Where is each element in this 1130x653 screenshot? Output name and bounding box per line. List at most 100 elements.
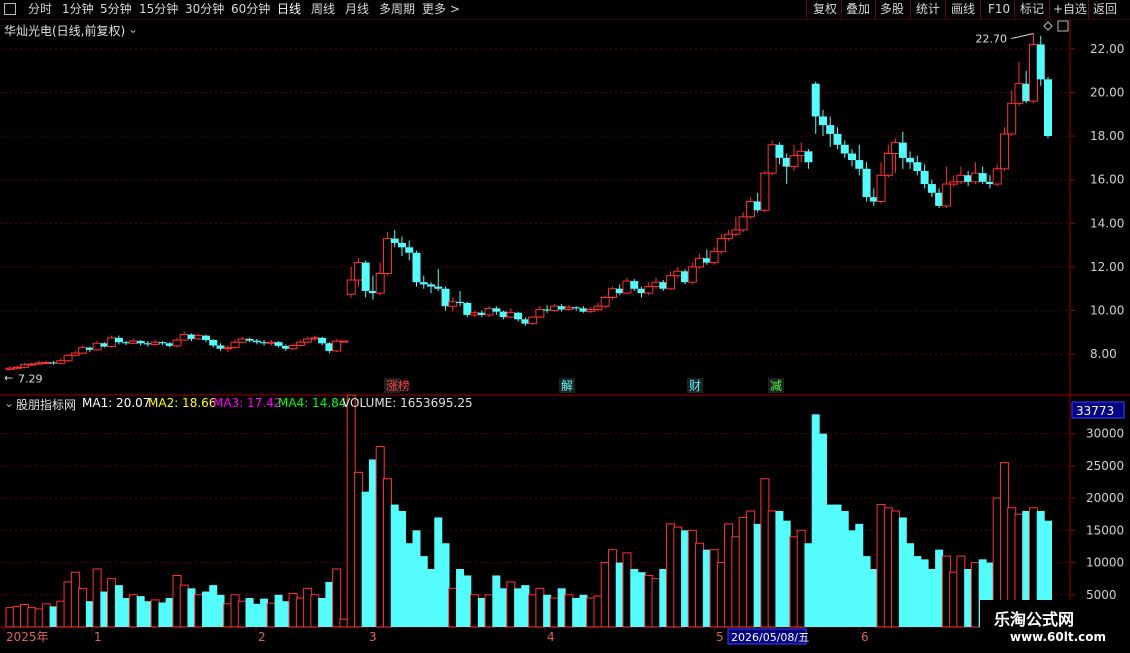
- volume-bar: [956, 555, 966, 628]
- candle-body: [92, 342, 102, 351]
- f10-button[interactable]: F10: [988, 1, 1010, 18]
- candle-body: [716, 238, 726, 253]
- candle-body: [564, 306, 574, 310]
- watermark-title: 乐淘公式网: [994, 610, 1075, 629]
- candlestick-chart[interactable]: 22.00 20.00 18.00 16.00 14.00 12.00 10.00 8.00 3…: [0, 19, 1130, 650]
- restore-rights-button[interactable]: 复权: [813, 1, 837, 18]
- tab-daily[interactable]: 日线: [277, 1, 301, 18]
- candle-body: [775, 144, 784, 158]
- candle-body: [310, 337, 320, 340]
- volume-bar: [382, 478, 392, 628]
- date-label: 4: [547, 630, 555, 644]
- tab-weekly[interactable]: 周线: [311, 1, 335, 18]
- candle-body: [1007, 102, 1017, 135]
- candle-body: [970, 172, 980, 183]
- candle-body: [607, 288, 617, 298]
- title-dropdown-icon[interactable]: ⌄: [128, 22, 138, 36]
- candle-body: [353, 262, 363, 281]
- indicator-name: 股朋指标网: [16, 398, 77, 412]
- candle-body: [956, 174, 966, 183]
- price-tick-label: 8.00: [1090, 347, 1117, 361]
- high-price-label: 22.70: [975, 33, 1007, 46]
- volume-bar: [855, 523, 864, 627]
- price-tick-label: 14.00: [1090, 216, 1124, 230]
- volume-bar: [514, 588, 523, 627]
- candle-body: [434, 286, 443, 289]
- volume-bar: [353, 471, 363, 628]
- volume-bar: [833, 504, 842, 627]
- tab-intraday[interactable]: 分时: [28, 1, 52, 18]
- candle-body: [514, 312, 523, 320]
- volume-bar: [114, 585, 123, 627]
- candle-body: [572, 307, 581, 309]
- chart-area[interactable]: 22.00 20.00 18.00 16.00 14.00 12.00 10.00 8.00 3…: [0, 19, 1130, 650]
- volume-bar: [673, 526, 683, 628]
- candle-body: [41, 361, 51, 364]
- volume-bar: [695, 542, 705, 628]
- tab-15min[interactable]: 15分钟: [139, 1, 178, 18]
- tab-5min[interactable]: 5分钟: [100, 1, 132, 18]
- tab-multi-period[interactable]: 多周期: [379, 1, 415, 18]
- volume-value: VOLUME: 1653695.25: [342, 396, 473, 410]
- candle-body: [789, 155, 799, 168]
- candle-body: [506, 312, 516, 318]
- candle-body: [796, 150, 806, 157]
- tab-30min[interactable]: 30分钟: [185, 1, 224, 18]
- mark-button[interactable]: 标记: [1020, 1, 1044, 18]
- volume-bar: [310, 594, 320, 628]
- window-icon[interactable]: [4, 3, 16, 15]
- high-pointer: [1011, 33, 1034, 40]
- diamond-icon: [1043, 21, 1053, 31]
- candle-body: [252, 340, 261, 343]
- draw-line-button[interactable]: 画线: [951, 1, 975, 18]
- tab-1min[interactable]: 1分钟: [62, 1, 94, 18]
- candle-body: [114, 337, 123, 343]
- date-label: 1: [94, 630, 102, 644]
- candle-body: [339, 340, 349, 343]
- multi-stock-button[interactable]: 多股: [880, 1, 904, 18]
- volume-bar: [767, 510, 777, 628]
- volume-bar: [318, 598, 327, 627]
- volume-bar: [252, 603, 261, 627]
- price-tick-label: 16.00: [1090, 173, 1124, 187]
- volume-bar: [906, 543, 915, 627]
- add-watchlist-button[interactable]: +自选: [1053, 1, 1087, 18]
- candle-body: [920, 170, 929, 185]
- indicator-dropdown-icon[interactable]: ⌄: [4, 396, 14, 410]
- tab-60min[interactable]: 60分钟: [231, 1, 270, 18]
- volume-bar: [891, 510, 901, 628]
- volume-bar: [804, 543, 813, 627]
- volume-bar: [150, 599, 160, 628]
- candle-body: [405, 247, 414, 253]
- candle-body: [266, 341, 276, 344]
- candle-body: [274, 342, 283, 346]
- statistics-button[interactable]: 统计: [916, 1, 940, 18]
- candle-body: [826, 125, 835, 134]
- volume-bar: [840, 511, 849, 627]
- candle-body: [492, 308, 501, 312]
- back-button[interactable]: 返回: [1093, 1, 1117, 18]
- tab-more[interactable]: 更多 >: [422, 1, 460, 18]
- candle-body: [622, 280, 632, 294]
- candle-body: [709, 251, 719, 264]
- candle-body: [644, 286, 654, 294]
- volume-bar: [245, 598, 254, 627]
- volume-bar: [564, 594, 574, 628]
- candle-body: [412, 252, 421, 283]
- candle-body: [194, 335, 204, 340]
- candle-body: [978, 173, 987, 182]
- candle-body: [237, 338, 247, 343]
- candle-body: [862, 168, 871, 198]
- candle-body: [906, 157, 915, 163]
- volume-bar: [775, 511, 784, 627]
- candle-body: [848, 153, 857, 161]
- tab-monthly[interactable]: 月线: [345, 1, 369, 18]
- cursor-date-label: 2026/05/08/五: [731, 631, 809, 644]
- volume-bar: [397, 511, 406, 627]
- candle-body: [687, 266, 697, 283]
- candle-body: [549, 305, 559, 312]
- candle-body: [150, 341, 160, 345]
- volume-tick-label: 30000: [1086, 427, 1124, 441]
- candle-body: [390, 238, 399, 243]
- overlay-button[interactable]: 叠加: [846, 1, 870, 18]
